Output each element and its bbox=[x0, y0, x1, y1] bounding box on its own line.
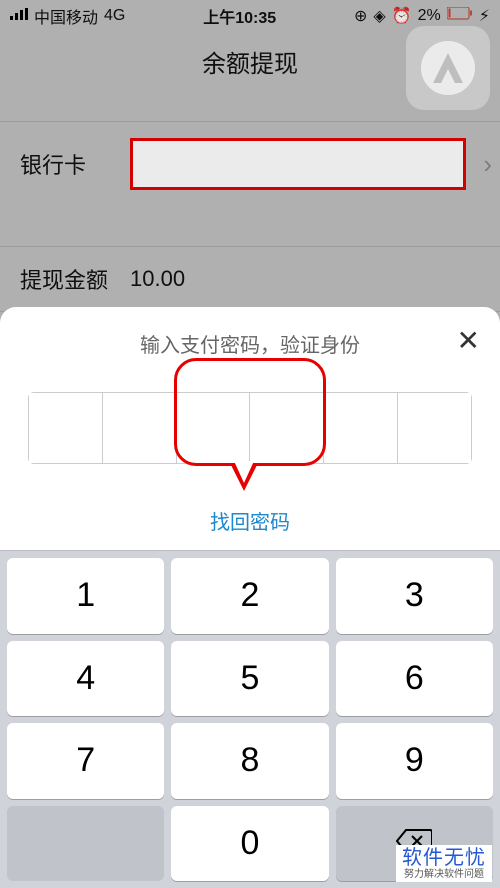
pin-cell-5[interactable] bbox=[324, 393, 398, 463]
forgot-password-link[interactable]: 找回密码 bbox=[0, 506, 500, 535]
key-4[interactable]: 4 bbox=[7, 641, 164, 717]
watermark-title: 软件无忧 bbox=[402, 847, 486, 869]
key-2[interactable]: 2 bbox=[171, 558, 328, 634]
key-9[interactable]: 9 bbox=[336, 723, 493, 799]
key-3[interactable]: 3 bbox=[336, 558, 493, 634]
pin-cell-6[interactable] bbox=[398, 393, 471, 463]
numeric-keypad: 1 2 3 4 5 6 7 8 9 0 bbox=[0, 550, 500, 888]
key-7[interactable]: 7 bbox=[7, 723, 164, 799]
pin-cell-1[interactable] bbox=[29, 393, 103, 463]
key-0[interactable]: 0 bbox=[171, 806, 328, 882]
sheet-title: 输入支付密码，验证身份 bbox=[140, 335, 360, 357]
pin-cell-2[interactable] bbox=[103, 393, 177, 463]
watermark-sub: 努力解决软件问题 bbox=[402, 869, 486, 880]
watermark: 软件无忧 努力解决软件问题 bbox=[396, 845, 492, 882]
key-8[interactable]: 8 bbox=[171, 723, 328, 799]
key-blank bbox=[7, 806, 164, 882]
key-6[interactable]: 6 bbox=[336, 641, 493, 717]
pin-cell-3[interactable] bbox=[177, 393, 251, 463]
pin-cell-4[interactable] bbox=[250, 393, 324, 463]
pin-input[interactable] bbox=[28, 392, 472, 464]
key-5[interactable]: 5 bbox=[171, 641, 328, 717]
key-1[interactable]: 1 bbox=[7, 558, 164, 634]
close-icon[interactable]: ✕ bbox=[457, 327, 480, 355]
